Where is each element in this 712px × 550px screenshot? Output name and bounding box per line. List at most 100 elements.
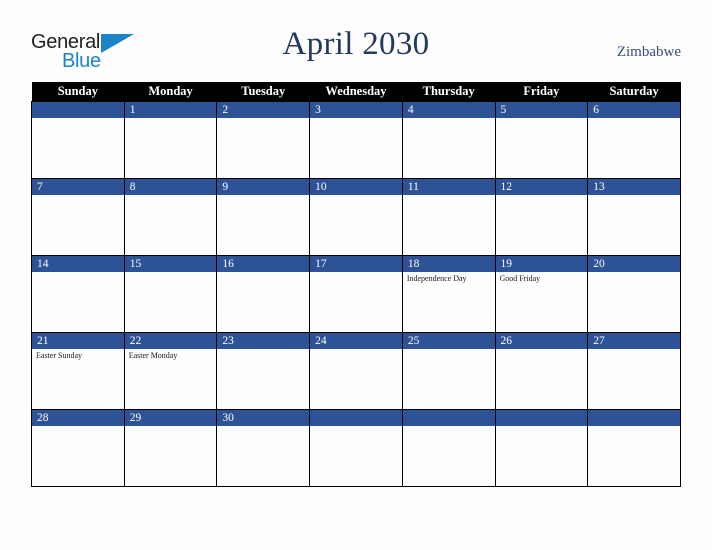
day-number: 14 <box>32 255 124 272</box>
day-number: 4 <box>402 101 495 118</box>
day-number: 12 <box>495 178 588 195</box>
day-events <box>125 426 217 428</box>
day-number: 17 <box>310 255 402 272</box>
country-label: Zimbabwe <box>616 44 681 60</box>
day-events <box>217 426 309 428</box>
day-number: 24 <box>310 332 402 349</box>
day-events <box>310 426 402 428</box>
calendar-day-cell[interactable]: 17 <box>309 254 403 333</box>
day-events: Independence Day <box>403 272 495 284</box>
day-number: 10 <box>310 178 402 195</box>
day-number: 8 <box>124 178 217 195</box>
weekday-header-sunday: Sunday <box>31 82 125 101</box>
day-number: 25 <box>402 332 495 349</box>
calendar-day-cell[interactable]: 8 <box>123 177 218 256</box>
day-events <box>217 349 309 351</box>
calendar-day-cell[interactable]: 16 <box>216 254 311 333</box>
holiday-event: Easter Monday <box>128 350 178 360</box>
day-number: 20 <box>588 255 680 272</box>
calendar-day-cell[interactable]: 23 <box>216 331 311 410</box>
calendar-day-cell[interactable]: 14 <box>31 254 125 333</box>
calendar-day-cell[interactable]: 3 <box>309 100 403 179</box>
calendar-day-cell[interactable]: 22 Easter Monday <box>123 331 218 410</box>
day-number <box>402 409 495 426</box>
day-events <box>125 118 217 120</box>
calendar-day-cell[interactable]: 24 <box>309 331 403 410</box>
calendar-day-cell[interactable]: 12 <box>494 177 589 256</box>
calendar-day-cell[interactable]: 26 <box>494 331 589 410</box>
calendar-day-cell[interactable]: 1 <box>123 100 218 179</box>
day-number: 13 <box>588 178 680 195</box>
day-number: 21 <box>32 332 124 349</box>
calendar-day-cell[interactable]: 28 <box>31 408 125 487</box>
calendar-week-row: 28 29 30 <box>31 408 681 487</box>
day-events <box>32 118 124 120</box>
day-number: 9 <box>217 178 310 195</box>
day-events <box>32 195 124 197</box>
day-number: 3 <box>310 101 402 118</box>
day-events <box>588 349 680 351</box>
calendar-day-cell[interactable]: 18 Independence Day <box>401 254 496 333</box>
day-events: Good Friday <box>496 272 588 284</box>
weekday-header-friday: Friday <box>495 82 588 101</box>
calendar-day-cell[interactable]: 13 <box>587 177 681 256</box>
calendar-day-cell[interactable]: 7 <box>31 177 125 256</box>
calendar-day-cell[interactable]: 29 <box>123 408 218 487</box>
day-events <box>496 118 588 120</box>
day-number: 22 <box>124 332 217 349</box>
weekday-header-tuesday: Tuesday <box>216 82 310 101</box>
calendar-day-cell[interactable]: 21 Easter Sunday <box>31 331 125 410</box>
calendar-day-cell[interactable]: 20 <box>587 254 681 333</box>
calendar-empty-cell <box>587 408 681 487</box>
calendar-day-cell[interactable]: 19 Good Friday <box>494 254 589 333</box>
calendar-body: 1 2 3 4 5 6 7 8 9 10 11 12 13 14 15 16 17 18 Independence … <box>31 100 681 487</box>
calendar-day-cell[interactable]: 6 <box>587 100 681 179</box>
day-events <box>217 272 309 274</box>
day-events <box>310 272 402 274</box>
calendar-day-cell[interactable]: 10 <box>309 177 403 256</box>
day-number: 15 <box>124 255 217 272</box>
calendar-day-cell[interactable]: 27 <box>587 331 681 410</box>
calendar-day-cell[interactable]: 11 <box>401 177 496 256</box>
day-number <box>32 101 124 118</box>
calendar-day-cell[interactable]: 5 <box>494 100 589 179</box>
weekday-header-row: Sunday Monday Tuesday Wednesday Thursday Frid… <box>31 82 681 101</box>
day-events <box>403 426 495 428</box>
calendar-day-cell[interactable]: 2 <box>216 100 311 179</box>
day-number: 29 <box>124 409 217 426</box>
day-events: Easter Monday <box>125 349 217 361</box>
day-events <box>32 272 124 274</box>
day-number: 27 <box>588 332 680 349</box>
calendar-day-cell[interactable]: 4 <box>401 100 496 179</box>
calendar-day-cell[interactable]: 9 <box>216 177 311 256</box>
calendar-empty-cell <box>31 100 125 179</box>
day-events <box>588 195 680 197</box>
calendar-empty-cell <box>401 408 496 487</box>
day-number: 7 <box>32 178 124 195</box>
day-number: 26 <box>495 332 588 349</box>
day-events <box>588 426 680 428</box>
calendar-empty-cell <box>494 408 589 487</box>
day-events <box>310 349 402 351</box>
day-events <box>310 118 402 120</box>
holiday-event: Easter Sunday <box>36 350 82 360</box>
calendar-day-cell[interactable]: 15 <box>123 254 218 333</box>
day-number: 28 <box>32 409 124 426</box>
day-events <box>310 195 402 197</box>
day-number: 16 <box>217 255 310 272</box>
calendar-week-row: 123456 <box>31 100 681 179</box>
calendar-empty-cell <box>309 408 403 487</box>
calendar-day-cell[interactable]: 30 <box>216 408 311 487</box>
day-events <box>496 195 588 197</box>
day-events <box>496 349 588 351</box>
day-events <box>125 195 217 197</box>
calendar-week-row: 21 Easter Sunday 22 Easter Monday 23 24 25 26 27 <box>31 331 681 410</box>
day-events <box>588 118 680 120</box>
day-number: 2 <box>217 101 310 118</box>
calendar-day-cell[interactable]: 25 <box>401 331 496 410</box>
day-events <box>496 426 588 428</box>
holiday-event: Independence Day <box>406 273 467 283</box>
day-number: 23 <box>217 332 310 349</box>
day-events <box>588 272 680 274</box>
calendar-grid: Sunday Monday Tuesday Wednesday Thursday Frid… <box>31 82 681 487</box>
